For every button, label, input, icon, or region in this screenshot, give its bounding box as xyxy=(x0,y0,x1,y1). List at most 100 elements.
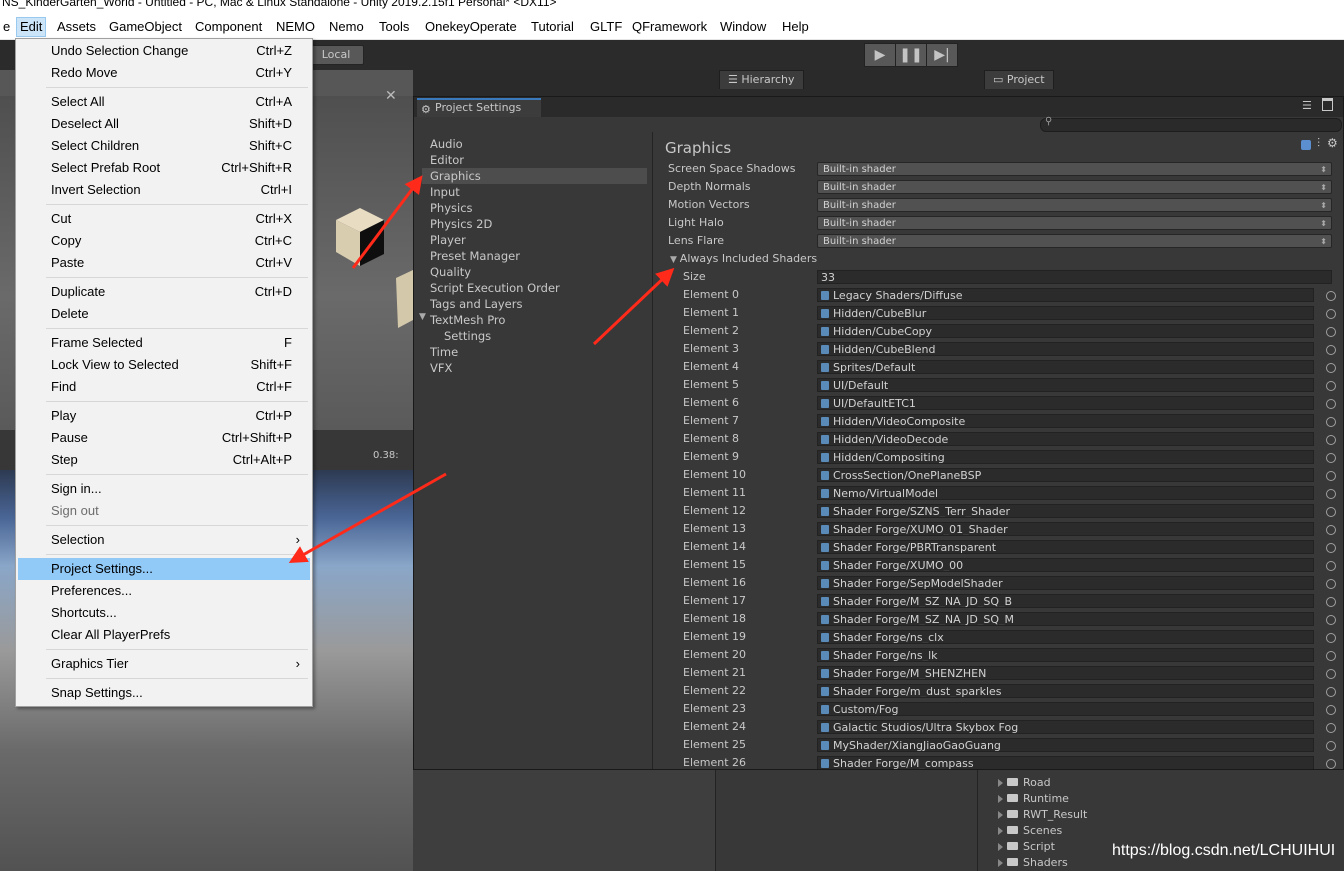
menu-item-lock-view-to-selected[interactable]: Lock View to Selected Shift+F xyxy=(18,354,310,376)
shader-dropdown[interactable]: Built-in shader ⬍ xyxy=(817,216,1332,230)
menu-item-shortcuts[interactable]: Shortcuts... xyxy=(18,602,310,624)
help-icon[interactable] xyxy=(1301,140,1311,150)
menu-item-delete[interactable]: Delete xyxy=(18,303,310,325)
menu-help[interactable]: Help xyxy=(779,18,812,36)
shader-object-field[interactable]: CrossSection/OnePlaneBSP xyxy=(817,468,1314,482)
shader-object-field[interactable]: Shader Forge/M_SZ_NA_JD_SQ_M xyxy=(817,612,1314,626)
shader-object-field[interactable]: UI/DefaultETC1 xyxy=(817,396,1314,410)
shader-object-field[interactable]: Shader Forge/SZNS_Terr_Shader xyxy=(817,504,1314,518)
menu-e[interactable]: e xyxy=(0,18,13,36)
step-icon[interactable]: ▶| xyxy=(926,43,958,67)
maximize-icon[interactable] xyxy=(1322,98,1333,111)
pivot-rotation-button[interactable]: Local xyxy=(308,45,364,65)
menu-icon[interactable]: ☰ xyxy=(1302,99,1312,112)
category-time[interactable]: Time xyxy=(422,344,647,360)
shader-object-field[interactable]: Shader Forge/m_dust_sparkles xyxy=(817,684,1314,698)
project-folder[interactable]: RWT_Result xyxy=(998,807,1087,823)
shader-object-field[interactable]: Shader Forge/M_SHENZHEN xyxy=(817,666,1314,680)
menu-item-cut[interactable]: Cut Ctrl+X xyxy=(18,208,310,230)
project-folder[interactable]: Scenes xyxy=(998,823,1062,839)
shader-object-field[interactable]: Nemo/VirtualModel xyxy=(817,486,1314,500)
object-picker-icon[interactable] xyxy=(1326,399,1336,409)
pause-icon[interactable]: ❚❚ xyxy=(895,43,927,67)
menu-item-copy[interactable]: Copy Ctrl+C xyxy=(18,230,310,252)
object-picker-icon[interactable] xyxy=(1326,705,1336,715)
shader-object-field[interactable]: Hidden/CubeCopy xyxy=(817,324,1314,338)
menu-component[interactable]: Component xyxy=(192,18,265,36)
menu-item-deselect-all[interactable]: Deselect All Shift+D xyxy=(18,113,310,135)
menu-window[interactable]: Window xyxy=(717,18,769,36)
object-picker-icon[interactable] xyxy=(1326,327,1336,337)
play-icon[interactable]: ▶ xyxy=(864,43,896,67)
object-picker-icon[interactable] xyxy=(1326,471,1336,481)
category-tags-and-layers[interactable]: Tags and Layers xyxy=(422,296,647,312)
object-picker-icon[interactable] xyxy=(1326,723,1336,733)
category-physics[interactable]: Physics xyxy=(422,200,647,216)
object-picker-icon[interactable] xyxy=(1326,651,1336,661)
tab-hierarchy[interactable]: ☰ Hierarchy xyxy=(719,70,804,89)
shader-object-field[interactable]: Custom/Fog xyxy=(817,702,1314,716)
menu-tools[interactable]: Tools xyxy=(376,18,412,36)
category-input[interactable]: Input xyxy=(422,184,647,200)
menu-item-project-settings[interactable]: Project Settings... xyxy=(18,558,310,580)
shader-dropdown[interactable]: Built-in shader ⬍ xyxy=(817,234,1332,248)
object-picker-icon[interactable] xyxy=(1326,381,1336,391)
tab-project-settings[interactable]: ⚙ Project Settings xyxy=(417,98,541,117)
category-physics-2d[interactable]: Physics 2D xyxy=(422,216,647,232)
menu-tutorial[interactable]: Tutorial xyxy=(528,18,577,36)
expand-arrow-icon[interactable] xyxy=(998,811,1003,819)
menu-item-step[interactable]: Step Ctrl+Alt+P xyxy=(18,449,310,471)
category-preset-manager[interactable]: Preset Manager xyxy=(422,248,647,264)
menu-nemo[interactable]: Nemo xyxy=(326,18,367,36)
shader-dropdown[interactable]: Built-in shader ⬍ xyxy=(817,180,1332,194)
shader-object-field[interactable]: Shader Forge/XUMO_01_Shader xyxy=(817,522,1314,536)
menu-item-duplicate[interactable]: Duplicate Ctrl+D xyxy=(18,281,310,303)
shader-object-field[interactable]: Hidden/CubeBlur xyxy=(817,306,1314,320)
shader-object-field[interactable]: Hidden/CubeBlend xyxy=(817,342,1314,356)
object-picker-icon[interactable] xyxy=(1326,687,1336,697)
object-picker-icon[interactable] xyxy=(1326,507,1336,517)
category-graphics[interactable]: Graphics xyxy=(422,168,647,184)
project-folder[interactable]: Shaders xyxy=(998,855,1068,871)
search-input[interactable]: ⚲ xyxy=(1040,116,1342,132)
shader-object-field[interactable]: Shader Forge/SepModelShader xyxy=(817,576,1314,590)
category-script-execution-order[interactable]: Script Execution Order xyxy=(422,280,647,296)
menu-item-snap-settings[interactable]: Snap Settings... xyxy=(18,682,310,704)
menu-item-invert-selection[interactable]: Invert Selection Ctrl+I xyxy=(18,179,310,201)
menu-assets[interactable]: Assets xyxy=(54,18,99,36)
menu-item-select-all[interactable]: Select All Ctrl+A xyxy=(18,91,310,113)
shader-object-field[interactable]: Hidden/VideoDecode xyxy=(817,432,1314,446)
settings-icon[interactable]: ⚙ xyxy=(1327,136,1338,150)
preset-icon[interactable]: ⫶ xyxy=(1317,136,1320,151)
object-picker-icon[interactable] xyxy=(1326,561,1336,571)
shader-object-field[interactable]: Legacy Shaders/Diffuse xyxy=(817,288,1314,302)
menu-item-select-prefab-root[interactable]: Select Prefab Root Ctrl+Shift+R xyxy=(18,157,310,179)
menu-qframework[interactable]: QFramework xyxy=(629,18,710,36)
object-picker-icon[interactable] xyxy=(1326,759,1336,769)
shader-dropdown[interactable]: Built-in shader ⬍ xyxy=(817,162,1332,176)
object-picker-icon[interactable] xyxy=(1326,543,1336,553)
menu-item-selection[interactable]: Selection › xyxy=(18,529,310,551)
object-picker-icon[interactable] xyxy=(1326,525,1336,535)
project-folder[interactable]: Script xyxy=(998,839,1055,855)
category-audio[interactable]: Audio xyxy=(422,136,647,152)
shader-object-field[interactable]: Shader Forge/M_compass xyxy=(817,756,1314,769)
category-quality[interactable]: Quality xyxy=(422,264,647,280)
shader-object-field[interactable]: Hidden/VideoComposite xyxy=(817,414,1314,428)
expand-arrow-icon[interactable] xyxy=(998,779,1003,787)
project-folder[interactable]: Road xyxy=(998,775,1051,791)
shader-object-field[interactable]: Shader Forge/M_SZ_NA_JD_SQ_B xyxy=(817,594,1314,608)
menu-item-select-children[interactable]: Select Children Shift+C xyxy=(18,135,310,157)
shader-object-field[interactable]: Hidden/Compositing xyxy=(817,450,1314,464)
expand-arrow-icon[interactable] xyxy=(998,827,1003,835)
object-picker-icon[interactable] xyxy=(1326,309,1336,319)
shader-object-field[interactable]: Shader Forge/PBRTransparent xyxy=(817,540,1314,554)
size-input[interactable]: 33 xyxy=(817,270,1332,284)
object-picker-icon[interactable] xyxy=(1326,291,1336,301)
object-picker-icon[interactable] xyxy=(1326,345,1336,355)
tools-icon[interactable]: ✕ xyxy=(385,88,397,104)
category-textmesh-pro[interactable]: TextMesh Pro xyxy=(422,312,647,328)
category-settings[interactable]: Settings xyxy=(422,328,647,344)
shader-object-field[interactable]: Sprites/Default xyxy=(817,360,1314,374)
always-included-shaders-foldout[interactable]: ▼ Always Included Shaders xyxy=(670,250,817,268)
